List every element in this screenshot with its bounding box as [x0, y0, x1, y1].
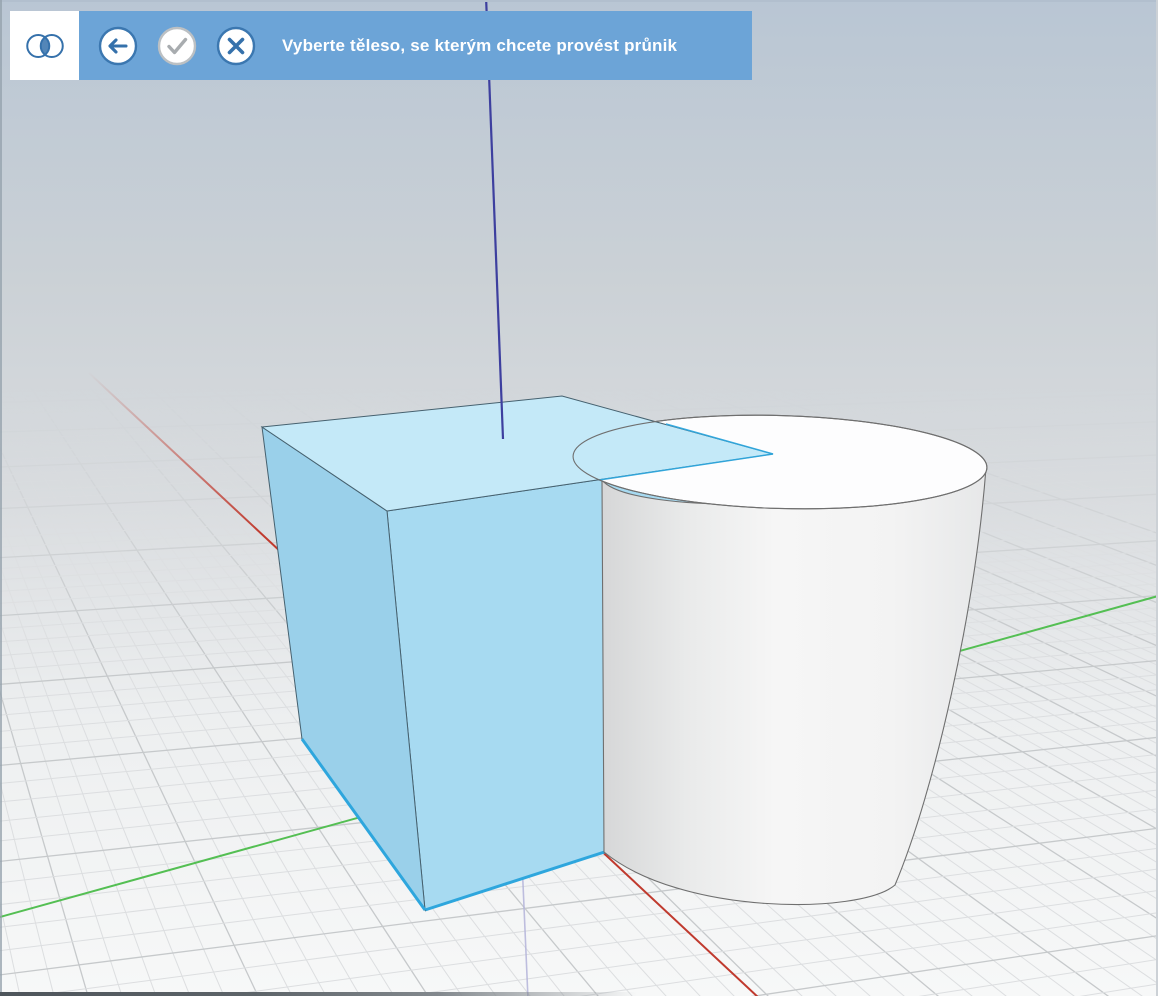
3d-viewport[interactable]: Vyberte těleso, se kterým chcete provést…	[0, 0, 1158, 996]
toolbar-message: Vyberte těleso, se kterým chcete provést…	[282, 35, 678, 55]
scene-canvas[interactable]	[0, 0, 1158, 996]
toolbar-bar: Vyberte těleso, se kterým chcete provést…	[79, 11, 752, 80]
intersect-tool-tile[interactable]	[10, 11, 79, 80]
confirm-button[interactable]	[157, 26, 196, 65]
checkmark-icon	[157, 26, 197, 66]
cancel-button[interactable]	[216, 26, 255, 65]
arrow-left-icon	[98, 26, 138, 66]
intersect-circles-icon	[21, 22, 69, 70]
x-icon	[216, 26, 256, 66]
back-button[interactable]	[98, 26, 137, 65]
boolean-intersect-toolbar: Vyberte těleso, se kterým chcete provést…	[10, 11, 752, 80]
